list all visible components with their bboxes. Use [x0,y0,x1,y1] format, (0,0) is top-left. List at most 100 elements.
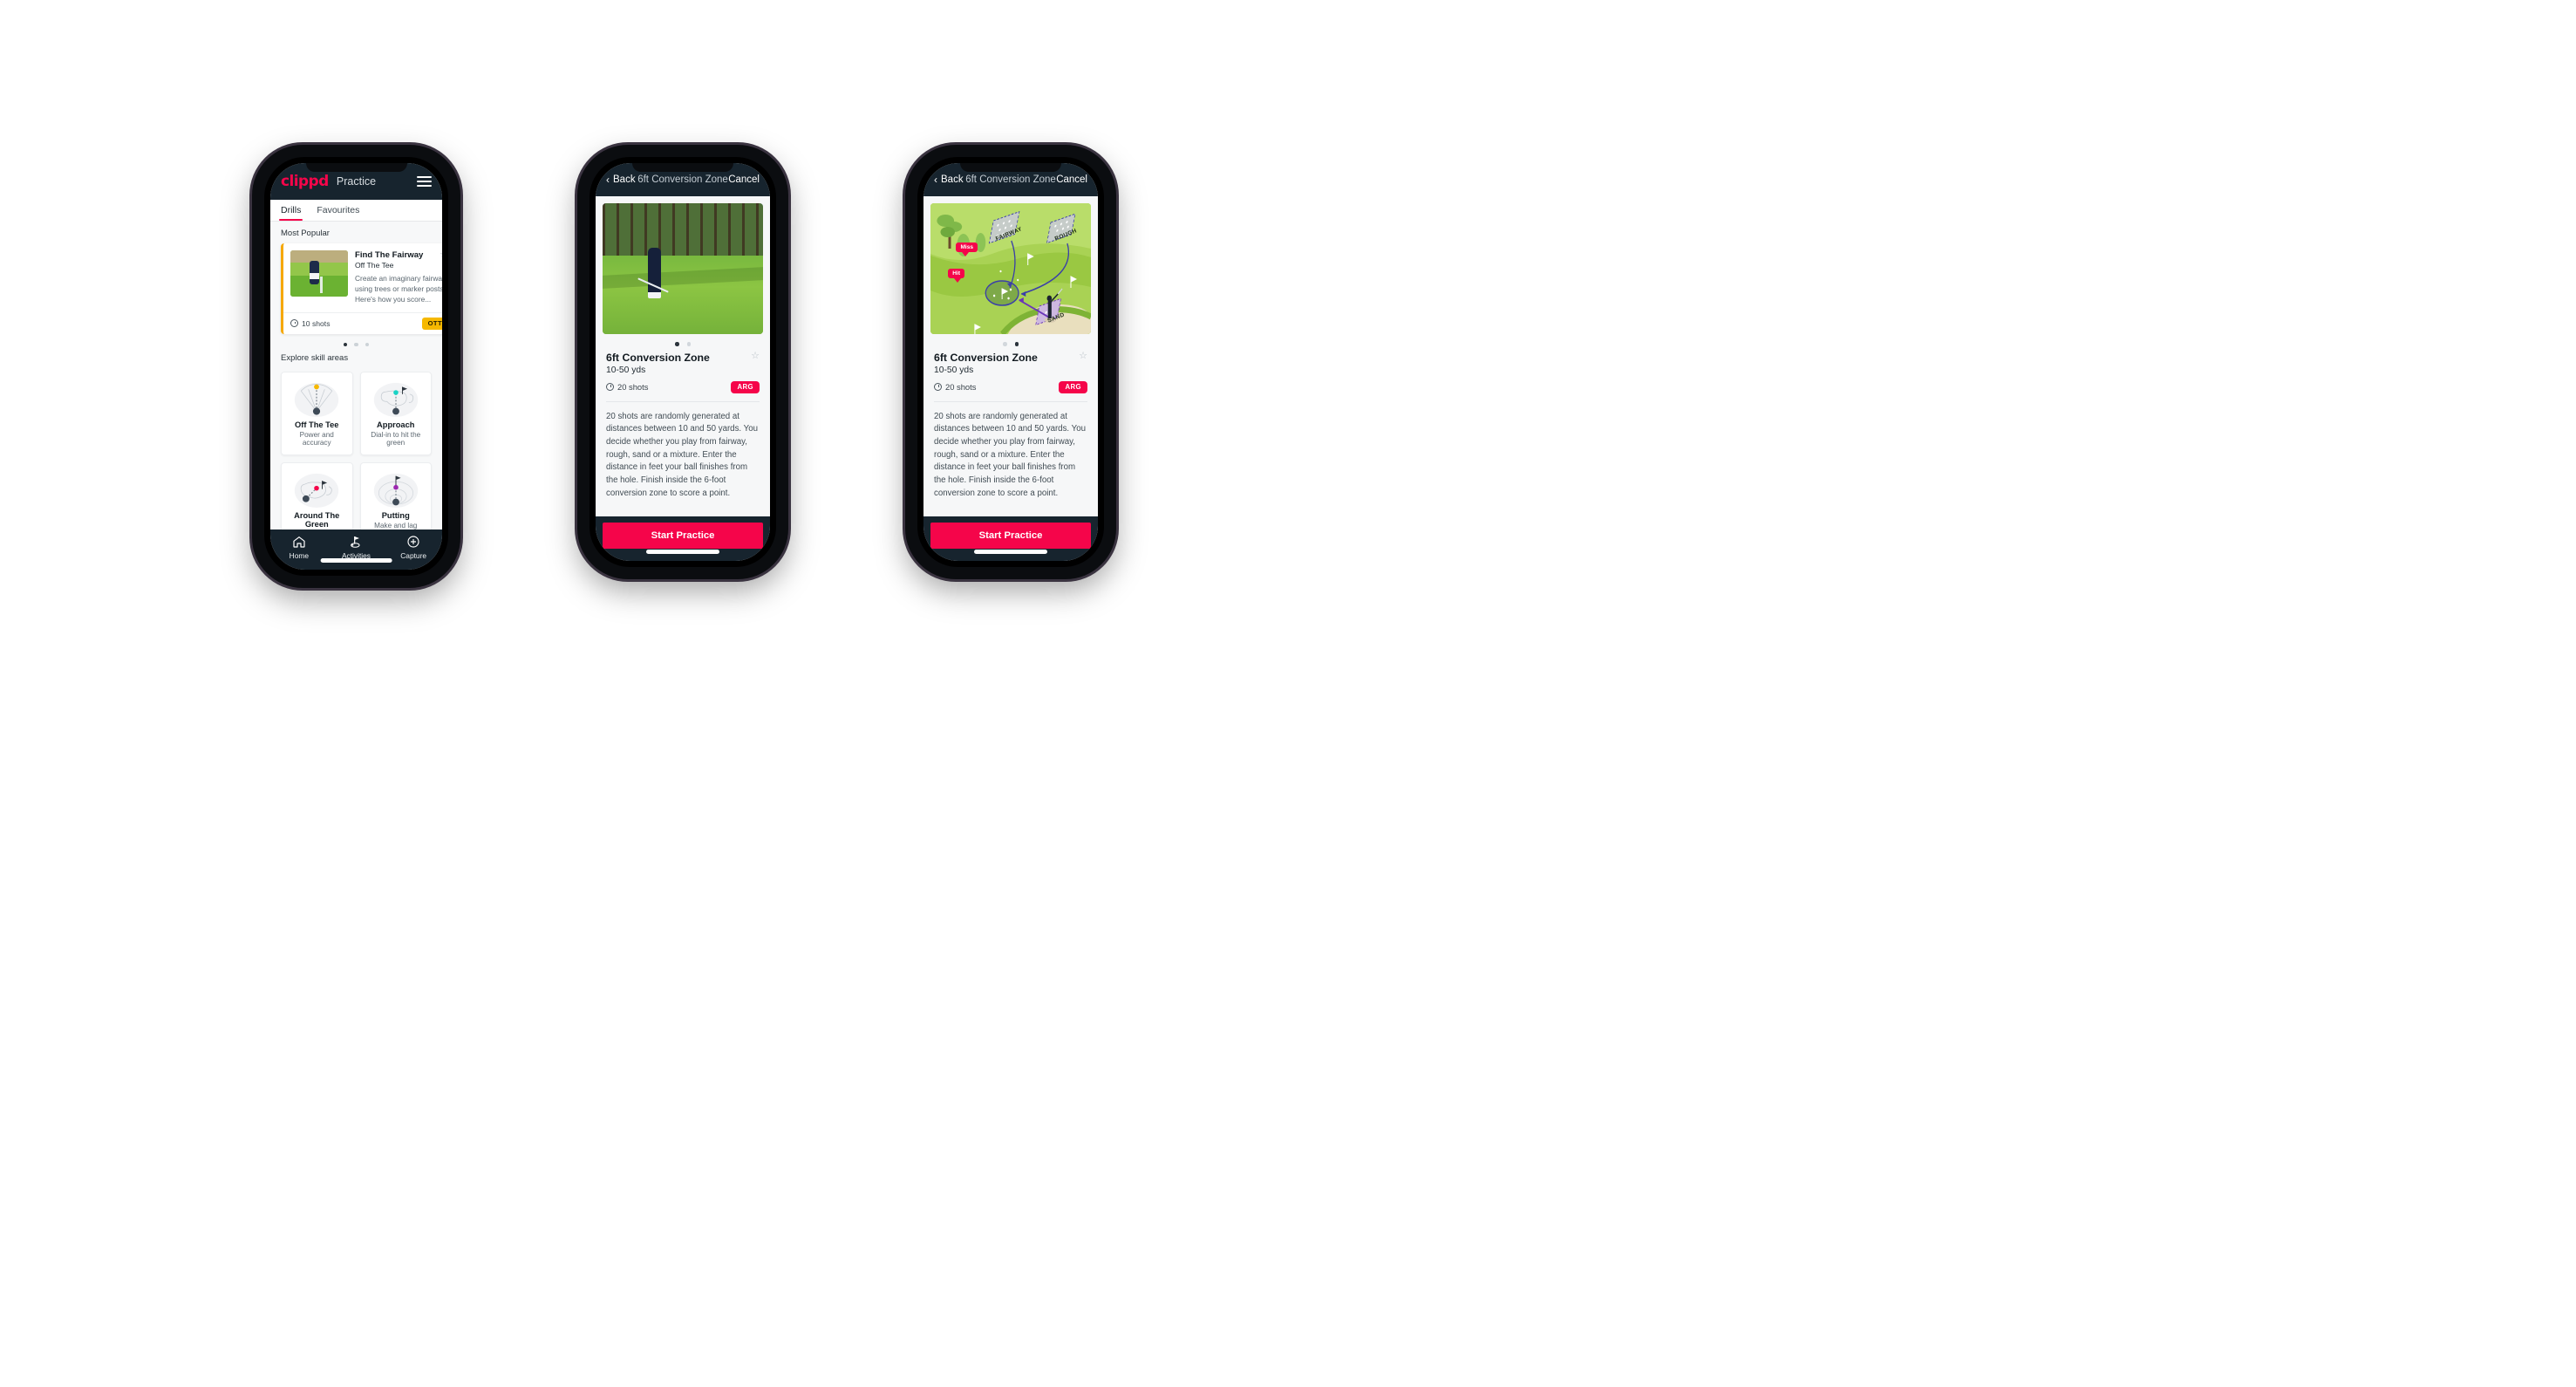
tab-favourites[interactable]: Favourites [317,200,359,221]
hamburger-icon[interactable] [417,176,432,187]
cta-container: Start Practice [596,516,770,561]
approach-green-icon [365,379,428,418]
skill-area-grid: Off The Tee Power and accuracy Approach … [270,368,442,530]
drill-card-top: Find The Fairway Off The Tee ☆ Create an… [283,243,442,312]
drill-card[interactable]: Find The Fairway Off The Tee ☆ Create an… [281,243,442,334]
phone-2-screen: ‹ Back 6ft Conversion Zone Cancel 6ft Co… [596,163,770,561]
skill-card-around-the-green[interactable]: Around The Green Hone your short game [281,462,353,530]
screenshot-stage: clippd Practice Drills Favourites Most P… [0,0,2576,1387]
hero-dot[interactable] [1014,342,1019,346]
bottom-tab-bar: Home Activities Capture [270,530,442,570]
cancel-button[interactable]: Cancel [1056,174,1087,185]
tab-strip: Drills Favourites [270,200,442,222]
plus-circle-icon [407,536,419,548]
carousel-dot[interactable] [343,342,348,347]
clippd-logo[interactable]: clippd [281,173,329,190]
skill-name: Around The Green [294,511,340,530]
phone-1-practice-list: clippd Practice Drills Favourites Most P… [252,145,460,588]
chevron-left-icon: ‹ [934,174,937,186]
start-practice-button[interactable]: Start Practice [603,523,763,549]
tab-favourites-label: Favourites [317,205,360,215]
carousel-dot[interactable] [365,342,370,347]
carousel-dot[interactable] [354,342,358,347]
drill-badge: OTT [421,317,442,330]
skill-desc: Power and accuracy [299,431,334,448]
star-outline-icon[interactable]: ☆ [440,250,442,260]
star-outline-icon[interactable]: ☆ [1079,351,1087,361]
practice-content: Most Popular Find The Fairway Off The Te… [270,222,442,530]
clock-icon [934,383,942,391]
golf-photo [603,203,763,334]
detail-info: 6ft Conversion Zone 10-50 yds ☆ 20 shots… [923,350,1098,393]
hit-tag: Hit [948,269,965,283]
hero-dot[interactable] [675,342,679,346]
skill-card-putting[interactable]: Putting Make and lag practice [359,462,432,530]
back-button[interactable]: ‹ Back [934,174,964,185]
fairway [603,256,763,334]
phone-1-screen: clippd Practice Drills Favourites Most P… [270,163,442,570]
phone-3-drill-detail-illustration: ‹ Back 6ft Conversion Zone Cancel Miss H… [905,145,1116,579]
drill-title-row: Find The Fairway Off The Tee ☆ [355,250,442,270]
detail-description: 20 shots are randomly generated at dista… [606,411,758,498]
skill-card-off-the-tee[interactable]: Off The Tee Power and accuracy [281,372,353,456]
hero-dot[interactable] [686,342,691,346]
course-diagram: Miss Hit FAIRWAY ROUGH SAND [930,203,1091,334]
phone-2-drill-detail-photo: ‹ Back 6ft Conversion Zone Cancel 6ft Co… [577,145,788,579]
clock-icon [606,383,614,391]
drill-title: Find The Fairway [355,250,424,260]
skill-name: Putting [381,511,410,521]
drill-subtitle: Off The Tee [355,261,394,270]
home-icon [293,536,305,548]
tab-drills[interactable]: Drills [278,200,303,221]
tab-drills-label: Drills [281,205,302,215]
drill-meta: Find The Fairway Off The Tee ☆ Create an… [355,250,442,305]
around-green-icon [285,470,349,509]
detail-content: Miss Hit FAIRWAY ROUGH SAND 6ft Conversi… [923,196,1098,516]
putting-rings-icon [365,470,428,509]
tab-activities[interactable]: Activities [328,535,385,560]
start-practice-button[interactable]: Start Practice [930,523,1091,549]
golf-flag-icon [351,536,361,548]
home-indicator [320,558,392,563]
detail-info: 6ft Conversion Zone 10-50 yds ☆ 20 shots… [596,350,770,393]
hero-dots [923,334,1098,350]
star-outline-icon[interactable]: ☆ [751,351,760,361]
drill-card-footer: 10 shots OTT [283,311,442,334]
phone-bezel: ‹ Back 6ft Conversion Zone Cancel [917,157,1104,567]
skill-card-approach[interactable]: Approach Dial-in to hit the green [359,372,432,456]
skill-desc: Dial-in to hit the green [371,431,421,448]
phone-bezel: clippd Practice Drills Favourites Most P… [264,157,448,576]
drill-shots: 10 shots [302,318,331,328]
detail-shots-row: 20 shots ARG [606,380,760,393]
carousel-dots [270,334,442,354]
hero-dots [596,334,770,350]
detail-badge: ARG [731,380,760,393]
tab-capture[interactable]: Capture [385,535,442,560]
detail-subtitle: 10-50 yds [934,365,974,375]
detail-subtitle: 10-50 yds [606,365,646,375]
golfer-figure [647,248,661,298]
skill-name: Approach [377,420,415,430]
drill-carousel[interactable]: Find The Fairway Off The Tee ☆ Create an… [270,243,442,334]
tab-home-label: Home [289,551,309,560]
drill-thumbnail [290,250,348,297]
hero-dot[interactable] [1003,342,1007,346]
drill-hero-illustration[interactable]: Miss Hit FAIRWAY ROUGH SAND [930,203,1091,334]
detail-badge: ARG [1059,380,1087,393]
tab-capture-label: Capture [400,551,427,560]
skill-desc: Make and lag practice [374,522,418,530]
tab-home[interactable]: Home [270,535,327,560]
notch [632,163,733,172]
back-button[interactable]: ‹ Back [606,174,636,185]
notch [305,163,407,172]
notch [960,163,1061,172]
detail-content: 6ft Conversion Zone 10-50 yds ☆ 20 shots… [596,196,770,516]
clock-icon [290,319,298,328]
back-label: Back [613,174,636,185]
tee-fan-icon [285,379,349,418]
drill-hero-photo[interactable] [603,203,763,334]
chevron-left-icon: ‹ [606,174,610,186]
cta-container: Start Practice [923,516,1098,561]
phone-bezel: ‹ Back 6ft Conversion Zone Cancel [589,157,776,567]
cancel-button[interactable]: Cancel [728,174,760,185]
